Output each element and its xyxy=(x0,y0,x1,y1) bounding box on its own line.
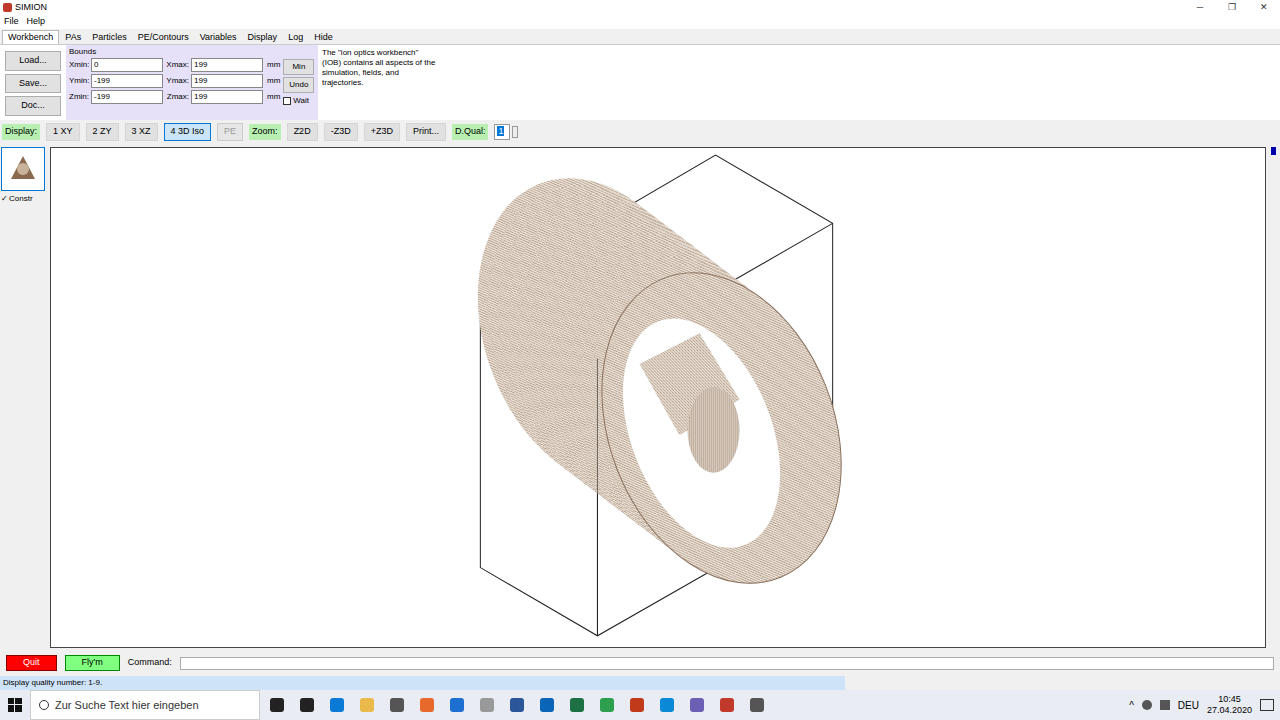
bar-label: Zoom: xyxy=(249,124,281,140)
tab[interactable]: Display xyxy=(243,31,283,44)
network-icon xyxy=(1142,700,1152,710)
taskbar-app-icon[interactable] xyxy=(540,698,554,712)
display-button[interactable]: 2 ZY xyxy=(86,123,119,141)
command-bar: QuitFly'mCommand: xyxy=(0,654,1280,672)
simion-window: SIMION─❐✕FileHelpWorkbenchPAsParticlesPE… xyxy=(0,0,1280,720)
search-icon xyxy=(39,700,49,710)
quality-spinner[interactable] xyxy=(512,126,518,138)
taskbar-app-icon[interactable] xyxy=(660,698,674,712)
tab[interactable]: Particles xyxy=(87,31,132,44)
menu-item[interactable]: File xyxy=(4,15,19,29)
command-input[interactable] xyxy=(180,657,1274,670)
windows-icon xyxy=(8,698,22,712)
window-control[interactable]: ✕ xyxy=(1248,1,1280,15)
display-button: PE xyxy=(217,123,243,141)
quality-field: 1 xyxy=(494,124,518,140)
taskbar-search[interactable]: Zur Suche Text hier eingeben xyxy=(30,690,260,720)
bounds-button[interactable]: Undo xyxy=(283,77,314,93)
taskbar-app-icon[interactable] xyxy=(750,698,764,712)
bounds-min-input[interactable]: 0 xyxy=(91,58,163,72)
taskbar-app-icon[interactable] xyxy=(690,698,704,712)
bounds-max-input[interactable]: 199 xyxy=(191,58,263,72)
display-bar: Display: 1 XY 2 ZY 3 XZ 4 3D Iso PE Zoom: Z2D -Z… xyxy=(0,122,1280,142)
taskbar: Zur Suche Text hier eingeben ^DEU10:4527.… xyxy=(0,690,1280,720)
instance-list: ✓Constr xyxy=(0,147,50,648)
bounds-max-input[interactable]: 199 xyxy=(191,74,263,88)
wait-checkbox[interactable]: Wait xyxy=(283,95,314,107)
taskbar-app-icon[interactable] xyxy=(480,698,494,712)
system-tray: ^DEU10:4527.04.2020 xyxy=(1129,694,1280,716)
taskbar-app-icon[interactable] xyxy=(330,698,344,712)
volume-icon xyxy=(1160,700,1170,710)
bounds-group: BoundsXmin:0Xmax:199mmYmin:-199Ymax:199m… xyxy=(66,45,318,120)
display-button[interactable]: -Z3D xyxy=(324,123,358,141)
array-icon xyxy=(7,153,39,185)
bounds-button[interactable]: Min xyxy=(283,59,314,75)
menu-bar: File Help xyxy=(0,15,1280,29)
file-button[interactable]: Save... xyxy=(5,74,61,94)
tab[interactable]: Variables xyxy=(195,31,242,44)
taskbar-app-icon[interactable] xyxy=(720,698,734,712)
taskbar-app-icon[interactable] xyxy=(600,698,614,712)
tab[interactable]: PE/Contours xyxy=(133,31,194,44)
file-button[interactable]: Load... xyxy=(5,51,61,71)
bounds-row: Ymin:-199Ymax:199mm xyxy=(69,74,280,88)
taskbar-app-icon[interactable] xyxy=(630,698,644,712)
iso-view-drawing xyxy=(51,148,1265,647)
app-icon xyxy=(3,3,12,12)
view-canvas[interactable] xyxy=(50,147,1266,648)
bounds-min-input[interactable]: -199 xyxy=(91,74,163,88)
description-text: The "ion optics workbench"(IOB) contains… xyxy=(318,45,435,120)
taskbar-app-icon[interactable] xyxy=(360,698,374,712)
tab[interactable]: PAs xyxy=(60,31,86,44)
bar-label: Display: xyxy=(2,124,40,140)
vertical-scrollbar[interactable] xyxy=(1266,147,1280,648)
bounds-row: Xmin:0Xmax:199mm xyxy=(69,58,280,72)
display-button[interactable]: Z2D xyxy=(287,123,318,141)
bounds-max-input[interactable]: 199 xyxy=(191,90,263,104)
display-button[interactable]: +Z3D xyxy=(364,123,400,141)
bar-label: D.Qual: xyxy=(452,124,489,140)
taskbar-app-icon[interactable] xyxy=(510,698,524,712)
taskbar-app-icon[interactable] xyxy=(450,698,464,712)
instance-thumbnail[interactable] xyxy=(1,147,45,191)
instance-checkbox[interactable]: ✓Constr xyxy=(1,193,33,205)
taskbar-app-icon[interactable] xyxy=(420,698,434,712)
menu-item[interactable]: Help xyxy=(27,15,46,29)
title-bar: SIMION ─❐✕ xyxy=(0,0,1280,15)
taskbar-app-icon[interactable] xyxy=(270,698,284,712)
window-title: SIMION xyxy=(15,1,47,15)
fly-button[interactable]: Fly'm xyxy=(65,655,120,671)
display-button[interactable]: Print... xyxy=(406,123,446,141)
file-button[interactable]: Doc... xyxy=(5,96,61,116)
bounds-min-input[interactable]: -199 xyxy=(91,90,163,104)
tab[interactable]: Log xyxy=(283,31,308,44)
display-button[interactable]: 3 XZ xyxy=(125,123,158,141)
taskbar-app-icon[interactable] xyxy=(300,698,314,712)
quit-button[interactable]: Quit xyxy=(6,655,57,671)
taskbar-app-icon[interactable] xyxy=(570,698,584,712)
workbench-panel: Load... Save...Doc...BoundsXmin:0Xmax:199… xyxy=(0,44,1280,120)
display-button[interactable]: 1 XY xyxy=(46,123,80,141)
start-button[interactable] xyxy=(0,698,30,712)
tab[interactable]: Hide xyxy=(309,31,338,44)
bounds-row: Zmin:-199Zmax:199mm xyxy=(69,90,280,104)
display-button[interactable]: 4 3D Iso xyxy=(164,123,212,141)
taskbar-app-icon[interactable] xyxy=(390,698,404,712)
status-bar: Display quality number: 1-9. xyxy=(0,676,1280,690)
tab-bar: WorkbenchPAsParticlesPE/ContoursVariable… xyxy=(0,29,1280,44)
window-control[interactable]: ❐ xyxy=(1216,1,1248,15)
quality-input[interactable]: 1 xyxy=(494,124,510,140)
tab[interactable]: Workbench xyxy=(2,30,59,44)
window-control[interactable]: ─ xyxy=(1184,1,1216,15)
notification-icon[interactable] xyxy=(1260,699,1274,711)
